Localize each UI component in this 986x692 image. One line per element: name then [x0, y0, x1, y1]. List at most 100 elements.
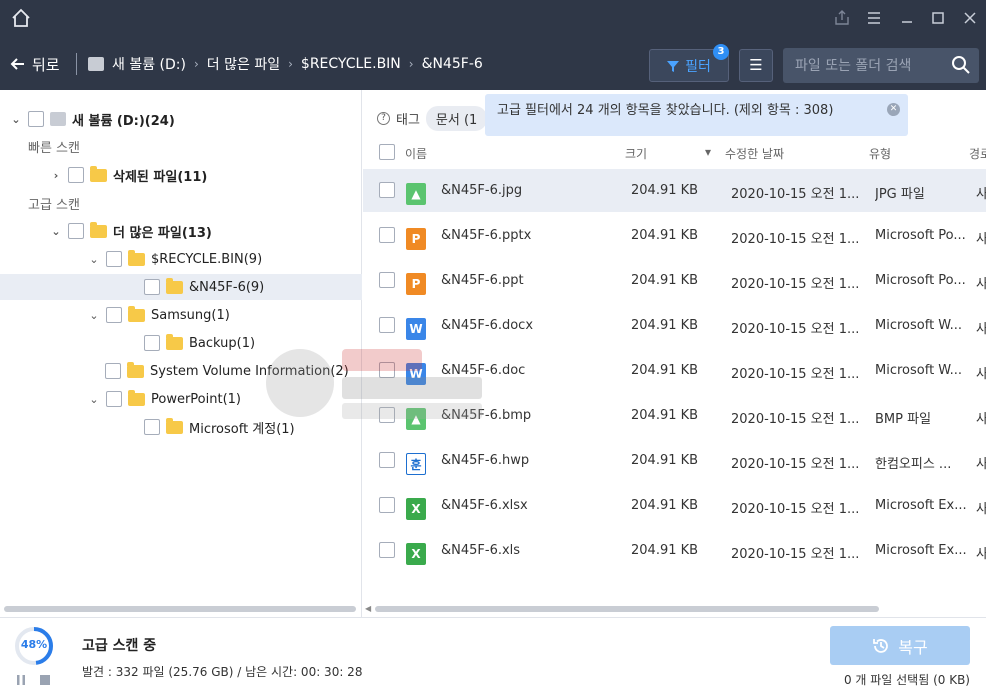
tree-checkbox[interactable] [68, 167, 84, 183]
search-input[interactable] [783, 48, 943, 83]
menu-icon[interactable] [864, 8, 884, 28]
tree-item-more-files[interactable]: ⌄ 더 많은 파일(13) [0, 218, 362, 244]
row-checkbox[interactable] [379, 227, 395, 243]
horizontal-scrollbar[interactable] [4, 606, 356, 612]
chevron-down-icon[interactable]: ⌄ [88, 393, 100, 406]
table-row[interactable]: P &N45F-6.ppt 204.91 KB 2020-10-15 오전 1... M… [363, 259, 986, 302]
tree-item-recycle-bin[interactable]: ⌄ $RECYCLE.BIN(9) [0, 246, 362, 272]
row-checkbox[interactable] [379, 272, 395, 288]
section-title-advanced-scan: 고급 스캔 [28, 198, 80, 213]
row-checkbox[interactable] [379, 542, 395, 558]
tree-checkbox[interactable] [105, 363, 121, 379]
row-checkbox[interactable] [379, 182, 395, 198]
search-icon[interactable] [951, 55, 971, 75]
table-row[interactable]: X &N45F-6.xls 204.91 KB 2020-10-15 오전 1... M… [363, 529, 986, 572]
breadcrumb-item[interactable]: $RECYCLE.BIN [301, 56, 401, 72]
column-header-type[interactable]: 유형 [869, 145, 891, 162]
folder-icon [127, 361, 144, 378]
tree-checkbox[interactable] [106, 251, 122, 267]
chevron-down-icon[interactable]: ⌄ [88, 309, 100, 322]
close-icon[interactable]: ✕ [887, 103, 900, 116]
row-checkbox[interactable] [379, 452, 395, 468]
question-icon[interactable]: ? [377, 112, 390, 125]
close-icon[interactable] [960, 8, 980, 28]
file-path: 사 [976, 457, 986, 472]
file-type: Microsoft W... [875, 318, 963, 333]
row-checkbox[interactable] [379, 497, 395, 513]
tree-label: PowerPoint(1) [151, 391, 241, 407]
tree-checkbox[interactable] [28, 111, 44, 127]
folder-icon [128, 305, 145, 322]
file-date: 2020-10-15 오전 1... [731, 187, 860, 202]
tree-item-deleted-files[interactable]: › 삭제된 파일(11) [0, 162, 362, 188]
word-file-icon: W [406, 318, 426, 340]
file-size: 204.91 KB [631, 498, 699, 513]
tree-checkbox[interactable] [144, 279, 160, 295]
tree-checkbox[interactable] [68, 223, 84, 239]
powerpoint-file-icon: P [406, 273, 426, 295]
file-name: &N45F-6.jpg [441, 183, 523, 198]
chevron-down-icon[interactable]: ⌄ [10, 113, 22, 126]
drive-icon [50, 112, 66, 126]
column-header-name[interactable]: 이름 [405, 145, 427, 162]
home-icon[interactable] [10, 7, 32, 29]
tooltip-text: 고급 필터에서 24 개의 항목을 찾았습니다. (제외 항목 : 308) [497, 103, 834, 118]
filter-result-tooltip: 고급 필터에서 24 개의 항목을 찾았습니다. (제외 항목 : 308) ✕ [485, 94, 908, 136]
back-button[interactable]: 뒤로 [10, 53, 60, 75]
selection-info: 0 개 파일 선택됨 (0 KB) [843, 673, 970, 687]
file-path: 사 [976, 367, 986, 382]
table-row[interactable]: 훈 &N45F-6.hwp 204.91 KB 2020-10-15 오전 1... 한… [363, 439, 986, 482]
arrow-left-icon [10, 58, 24, 70]
breadcrumb-item[interactable]: &N45F-6 [422, 56, 483, 72]
table-row[interactable]: W &N45F-6.docx 204.91 KB 2020-10-15 오전 1...… [363, 304, 986, 347]
tag-chip-documents[interactable]: 문서 (1 [425, 106, 488, 131]
file-type: Microsoft Ex... [875, 498, 967, 513]
chevron-down-icon[interactable]: ⌄ [88, 253, 100, 266]
list-menu-button[interactable]: ☰ [739, 49, 773, 82]
tree-checkbox[interactable] [106, 307, 122, 323]
horizontal-scrollbar[interactable] [375, 606, 879, 612]
row-checkbox[interactable] [379, 317, 395, 333]
column-header-size[interactable]: 크기 [625, 145, 647, 162]
file-size: 204.91 KB [631, 273, 699, 288]
file-date: 2020-10-15 오전 1... [731, 277, 860, 292]
table-row[interactable]: P &N45F-6.pptx 204.91 KB 2020-10-15 오전 1...… [363, 214, 986, 257]
tree-item-n45f[interactable]: &N45F-6(9) [0, 274, 362, 300]
file-path: 사 [976, 322, 986, 337]
chevron-right-icon[interactable]: › [50, 169, 62, 182]
column-header-date[interactable]: 수정한 날짜 [725, 145, 784, 162]
file-path: 사 [976, 187, 986, 202]
pause-icon[interactable] [15, 674, 27, 686]
tree-label: $RECYCLE.BIN(9) [151, 251, 263, 267]
table-row[interactable]: ▲ &N45F-6.jpg 204.91 KB 2020-10-15 오전 1... J… [363, 169, 986, 212]
select-all-checkbox[interactable] [379, 144, 395, 160]
tree-label: 삭제된 파일(11) [113, 169, 208, 185]
filter-count-badge: 3 [713, 44, 729, 60]
breadcrumb-item[interactable]: 더 많은 파일 [207, 54, 280, 74]
tree-checkbox[interactable] [106, 391, 122, 407]
file-name: &N45F-6.xlsx [441, 498, 528, 513]
column-header-path[interactable]: 경로 [969, 145, 986, 162]
file-type: Microsoft W... [875, 363, 963, 378]
table-row[interactable]: X &N45F-6.xlsx 204.91 KB 2020-10-15 오전 1...… [363, 484, 986, 527]
tree-item-root[interactable]: ⌄ 새 볼륨 (D:)(24) [0, 106, 362, 132]
filter-label: 필터 [685, 58, 711, 75]
tree-checkbox[interactable] [144, 335, 160, 351]
tree-item-samsung[interactable]: ⌄ Samsung(1) [0, 302, 362, 328]
chevron-right-icon: › [408, 57, 414, 71]
folder-icon [90, 165, 107, 182]
file-date: 2020-10-15 오전 1... [731, 367, 860, 382]
search-box [783, 48, 979, 83]
breadcrumb-item[interactable]: 새 볼륨 (D:) [112, 54, 186, 74]
recover-button[interactable]: 복구 [830, 626, 970, 665]
stop-icon[interactable] [39, 674, 51, 686]
maximize-icon[interactable] [928, 8, 948, 28]
chevron-down-icon[interactable]: ⌄ [50, 225, 62, 238]
share-icon[interactable] [832, 8, 852, 28]
folder-icon [166, 417, 183, 434]
minimize-icon[interactable] [897, 8, 917, 28]
scroll-left-icon[interactable]: ◀ [365, 604, 371, 613]
tree-label: 새 볼륨 (D:)(24) [72, 113, 175, 129]
folder-icon [166, 277, 183, 294]
tree-checkbox[interactable] [144, 419, 160, 435]
